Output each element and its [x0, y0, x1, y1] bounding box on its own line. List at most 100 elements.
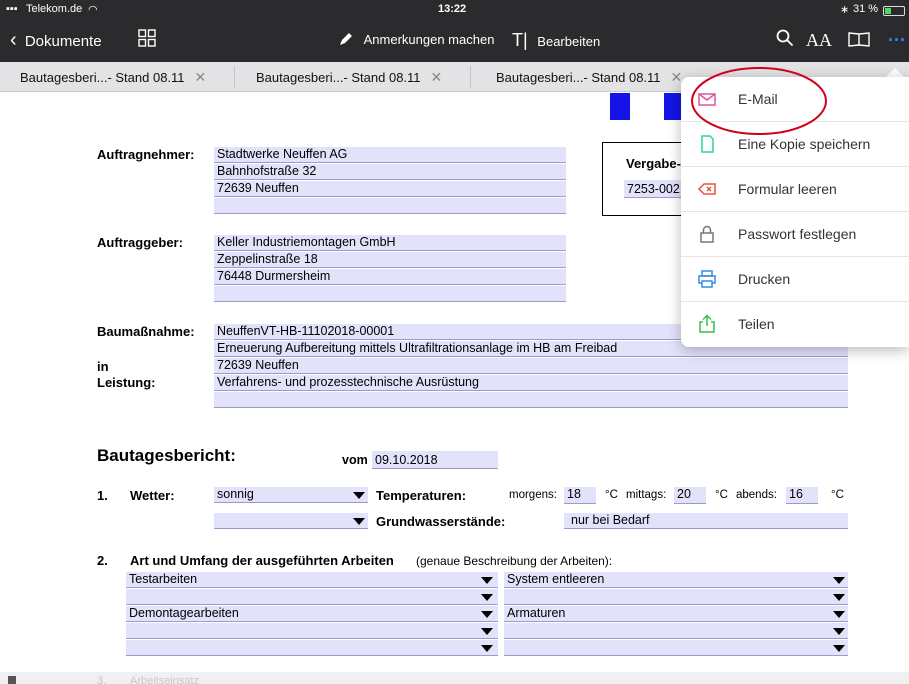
- client-field[interactable]: Keller Industriemontagen GmbH: [214, 235, 566, 251]
- noon-label: mittags:: [626, 489, 667, 501]
- temp-unit: °C: [831, 489, 844, 501]
- close-icon[interactable]: ✕: [431, 69, 443, 85]
- wifi-icon: ◠: [88, 4, 98, 16]
- client-field[interactable]: [214, 286, 566, 302]
- morning-temp-field[interactable]: 18: [564, 487, 596, 504]
- section3-label: Arbeitseinsatz: [130, 675, 200, 684]
- menu-item-label: E-Mail: [738, 91, 778, 107]
- report-date-field[interactable]: 09.10.2018: [372, 451, 498, 469]
- edit-label: Bearbeiten: [537, 34, 601, 49]
- menu-item-save-copy[interactable]: Eine Kopie speichern: [681, 122, 909, 167]
- client-field[interactable]: 76448 Durmersheim: [214, 269, 566, 285]
- chevron-down-icon: [833, 577, 845, 584]
- lock-icon: [700, 225, 714, 243]
- work-number: 2.: [97, 553, 108, 568]
- award-box: [602, 142, 692, 216]
- tab-label: Bautagesberi...- Stand 08.11: [20, 70, 185, 85]
- logo-fragment: [610, 93, 630, 120]
- menu-item-print[interactable]: Drucken: [681, 257, 909, 302]
- edit-button[interactable]: T| Bearbeiten: [512, 18, 600, 62]
- text-size-icon: AA: [806, 30, 832, 50]
- work-select-right[interactable]: [504, 640, 848, 656]
- chevron-down-icon: [481, 611, 493, 618]
- text-cursor-icon: T|: [512, 30, 528, 50]
- book-icon: [848, 32, 870, 47]
- work-select-right[interactable]: [504, 589, 848, 605]
- chevron-down-icon: [353, 492, 365, 499]
- grid-view-button[interactable]: [138, 18, 156, 62]
- tab-document-1[interactable]: Bautagesberi...- Stand 08.11 ✕: [20, 62, 206, 92]
- work-select-right[interactable]: [504, 623, 848, 639]
- close-icon[interactable]: ✕: [195, 69, 207, 85]
- contractor-field[interactable]: Bahnhofstraße 32: [214, 164, 566, 180]
- tab-label: Bautagesberi...- Stand 08.11: [256, 70, 421, 85]
- menu-item-label: Passwort festlegen: [738, 226, 857, 242]
- back-button[interactable]: ‹ Dokumente: [10, 18, 102, 62]
- menu-item-email[interactable]: E-Mail: [681, 77, 909, 122]
- more-button[interactable]: ···: [888, 18, 906, 62]
- toolbar: ‹ Dokumente Anmerkungen machen T| Bearbe…: [0, 18, 909, 62]
- search-button[interactable]: [776, 18, 794, 62]
- evening-temp-field[interactable]: 16: [786, 487, 818, 504]
- weather-select[interactable]: sonnig: [214, 487, 368, 503]
- work-select-right[interactable]: System entleeren: [504, 572, 848, 588]
- tab-label: Bautagesberi...- Stand 08.11: [496, 70, 661, 85]
- service-field[interactable]: Verfahrens- und prozesstechnische Ausrüs…: [214, 375, 848, 391]
- temp-unit: °C: [605, 489, 618, 501]
- contractor-field[interactable]: Stadtwerke Neuffen AG: [214, 147, 566, 163]
- menu-item-label: Eine Kopie speichern: [738, 136, 871, 152]
- book-button[interactable]: [848, 18, 870, 62]
- printer-icon: [698, 270, 716, 288]
- pen-icon: [340, 33, 352, 45]
- weather-select-2[interactable]: [214, 513, 368, 529]
- text-size-button[interactable]: AA: [806, 18, 832, 62]
- client-field[interactable]: Zeppelinstraße 18: [214, 252, 566, 268]
- work-select-left[interactable]: [126, 589, 498, 605]
- work-value: System entleeren: [507, 572, 605, 586]
- project-label: Baumaßnahme:: [97, 324, 195, 339]
- award-number-field[interactable]: 7253-002: [624, 180, 684, 198]
- signal-icon: ▪▪▪: [6, 3, 18, 15]
- tab-document-2[interactable]: Bautagesberi...- Stand 08.11 ✕: [256, 62, 442, 92]
- evening-label: abends:: [736, 489, 777, 501]
- morning-label: morgens:: [509, 489, 557, 501]
- work-select-left[interactable]: [126, 640, 498, 656]
- temp-unit: °C: [715, 489, 728, 501]
- temperature-label: Temperaturen:: [376, 488, 467, 503]
- share-icon: [699, 314, 715, 333]
- project-field[interactable]: 72639 Neuffen: [214, 358, 848, 374]
- contractor-field[interactable]: [214, 198, 566, 214]
- menu-item-set-password[interactable]: Passwort festlegen: [681, 212, 909, 257]
- annotate-label: Anmerkungen machen: [363, 32, 495, 47]
- client-label: Auftraggeber:: [97, 235, 183, 250]
- back-label: Dokumente: [24, 33, 102, 50]
- chevron-down-icon: [481, 577, 493, 584]
- search-icon: [776, 29, 794, 47]
- chevron-left-icon: ‹: [10, 29, 17, 51]
- noon-temp-field[interactable]: 20: [674, 487, 706, 504]
- chevron-down-icon: [833, 628, 845, 635]
- clear-form-icon: [697, 183, 716, 195]
- contractor-label: Auftragnehmer:: [97, 147, 195, 162]
- work-select-left[interactable]: Demontagearbeiten: [126, 606, 498, 622]
- tab-divider: [470, 66, 471, 88]
- work-select-left[interactable]: Testarbeiten: [126, 572, 498, 588]
- chevron-down-icon: [481, 628, 493, 635]
- bluetooth-icon: ∗: [840, 4, 850, 16]
- section3-number: 3.: [97, 675, 107, 684]
- contractor-field[interactable]: 72639 Neuffen: [214, 181, 566, 197]
- tab-document-3[interactable]: Bautagesberi...- Stand 08.11 ✕: [496, 62, 682, 92]
- weather-number: 1.: [97, 488, 108, 503]
- groundwater-label: Grundwasserstände:: [376, 514, 506, 529]
- annotate-button[interactable]: Anmerkungen machen: [338, 18, 494, 62]
- work-select-right[interactable]: Armaturen: [504, 606, 848, 622]
- menu-item-share[interactable]: Teilen: [681, 302, 909, 347]
- carrier-label: Telekom.de: [26, 3, 83, 15]
- service-field[interactable]: [214, 392, 848, 408]
- menu-item-clear-form[interactable]: Formular leeren: [681, 167, 909, 212]
- grid-icon: [138, 29, 156, 47]
- menu-item-label: Drucken: [738, 271, 791, 287]
- page-edge-marker: [8, 676, 16, 684]
- work-select-left[interactable]: [126, 623, 498, 639]
- groundwater-field[interactable]: nur bei Bedarf: [564, 513, 848, 529]
